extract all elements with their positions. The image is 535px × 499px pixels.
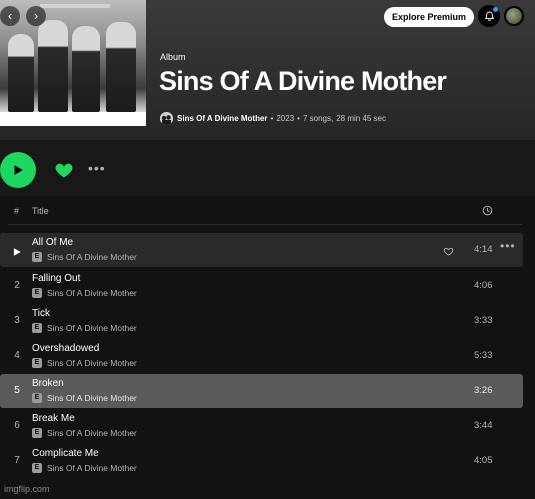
track-title[interactable]: Overshadowed xyxy=(32,343,99,354)
explicit-badge: E xyxy=(32,358,42,368)
column-number: # xyxy=(14,206,20,216)
track-number: 7 xyxy=(14,455,20,466)
track-artist: E Sins Of A Divine Mother xyxy=(32,323,137,333)
track-number: 3 xyxy=(14,315,20,326)
cover-bottom-band xyxy=(0,112,146,126)
track-row-selected[interactable]: 5 Broken E Sins Of A Divine Mother 3:26 xyxy=(0,374,523,408)
meta-separator: • xyxy=(297,114,300,123)
artist-avatar[interactable] xyxy=(160,112,173,125)
track-artist-link[interactable]: Sins Of A Divine Mother xyxy=(47,323,137,333)
track-duration: 3:33 xyxy=(474,315,493,326)
add-to-liked-button[interactable] xyxy=(443,244,454,262)
column-duration xyxy=(482,205,493,218)
track-title[interactable]: Broken xyxy=(32,378,64,389)
track-duration: 3:26 xyxy=(474,385,493,396)
song-count: 7 songs, xyxy=(302,114,334,123)
track-artist-link[interactable]: Sins Of A Divine Mother xyxy=(47,252,137,262)
track-row[interactable]: 3 Tick E Sins Of A Divine Mother 3:33 xyxy=(0,304,523,338)
explore-premium-button[interactable]: Explore Premium xyxy=(384,7,474,27)
tracklist-header: # Title xyxy=(0,202,535,222)
track-row[interactable]: 4 Overshadowed E Sins Of A Divine Mother… xyxy=(0,339,523,373)
track-title[interactable]: Tick xyxy=(32,308,50,319)
cover-band-logo xyxy=(40,4,110,8)
album-header: ‹ › Explore Premium Album Sins Of A Divi… xyxy=(0,0,535,140)
more-options-button[interactable]: ••• xyxy=(88,160,106,176)
forward-button[interactable]: › xyxy=(26,6,46,26)
track-number: 4 xyxy=(14,350,20,361)
track-artist: E Sins Of A Divine Mother xyxy=(32,428,137,438)
release-year: 2023 xyxy=(276,114,295,123)
explicit-badge: E xyxy=(32,463,42,473)
track-duration: 4:06 xyxy=(474,280,493,291)
track-artist-link[interactable]: Sins Of A Divine Mother xyxy=(47,358,137,368)
album-cover[interactable] xyxy=(0,0,146,126)
track-title[interactable]: Complicate Me xyxy=(32,448,99,459)
track-artist-link[interactable]: Sins Of A Divine Mother xyxy=(47,463,137,473)
track-artist-link[interactable]: Sins Of A Divine Mother xyxy=(47,393,137,403)
column-title: Title xyxy=(32,206,49,216)
track-number: 2 xyxy=(14,280,20,291)
explicit-badge: E xyxy=(32,323,42,333)
track-row[interactable]: All Of Me E Sins Of A Divine Mother 4:14… xyxy=(0,233,523,267)
track-artist-link[interactable]: Sins Of A Divine Mother xyxy=(47,428,137,438)
track-artist: E Sins Of A Divine Mother xyxy=(32,393,137,403)
track-row[interactable]: 2 Falling Out E Sins Of A Divine Mother … xyxy=(0,269,523,303)
explicit-badge: E xyxy=(32,252,42,262)
play-icon xyxy=(14,165,23,175)
track-artist-link[interactable]: Sins Of A Divine Mother xyxy=(47,288,137,298)
track-artist: E Sins Of A Divine Mother xyxy=(32,288,137,298)
watermark: imgflip.com xyxy=(4,484,50,494)
track-title[interactable]: Falling Out xyxy=(32,273,80,284)
track-artist: E Sins Of A Divine Mother xyxy=(32,358,137,368)
cover-figure xyxy=(38,20,68,112)
album-title: Sins Of A Divine Mother xyxy=(159,66,447,96)
back-button[interactable]: ‹ xyxy=(0,6,20,26)
cover-figure xyxy=(106,22,136,112)
explicit-badge: E xyxy=(32,428,42,438)
track-artist: E Sins Of A Divine Mother xyxy=(32,463,137,473)
cover-figure xyxy=(72,26,100,112)
explicit-badge: E xyxy=(32,288,42,298)
action-bar: ••• xyxy=(0,140,535,196)
track-duration: 4:14 xyxy=(474,244,493,255)
header-divider xyxy=(8,224,522,225)
album-meta: Sins Of A Divine Mother • 2023 • 7 songs… xyxy=(160,112,386,125)
user-avatar[interactable] xyxy=(504,6,524,26)
track-artist: E Sins Of A Divine Mother xyxy=(32,252,137,262)
notification-dot xyxy=(493,7,498,12)
artist-portrait-icon xyxy=(160,112,173,125)
track-row[interactable]: 7 Complicate Me E Sins Of A Divine Mothe… xyxy=(0,444,523,478)
track-title[interactable]: Break Me xyxy=(32,413,75,424)
heart-outline-icon xyxy=(443,247,454,256)
album-type-label: Album xyxy=(160,52,186,62)
track-duration: 5:33 xyxy=(474,350,493,361)
like-album-button[interactable] xyxy=(54,160,74,180)
row-more-button[interactable]: ••• xyxy=(500,239,516,253)
track-duration: 4:05 xyxy=(474,455,493,466)
meta-separator: • xyxy=(270,114,274,123)
clock-icon xyxy=(482,205,493,216)
notifications-button[interactable] xyxy=(478,5,500,27)
track-number: 6 xyxy=(14,420,20,431)
track-title[interactable]: All Of Me xyxy=(32,237,73,248)
bell-icon xyxy=(484,11,494,21)
track-duration: 3:44 xyxy=(474,420,493,431)
cover-figure xyxy=(8,34,34,112)
heart-filled-icon xyxy=(55,163,73,178)
track-row[interactable]: 6 Break Me E Sins Of A Divine Mother 3:4… xyxy=(0,409,523,443)
track-number: 5 xyxy=(14,385,20,396)
artist-link[interactable]: Sins Of A Divine Mother xyxy=(177,114,268,123)
play-button[interactable] xyxy=(0,152,36,188)
row-play-icon[interactable] xyxy=(12,244,22,262)
album-duration: 28 min 45 sec xyxy=(336,114,387,123)
explicit-badge: E xyxy=(32,393,42,403)
